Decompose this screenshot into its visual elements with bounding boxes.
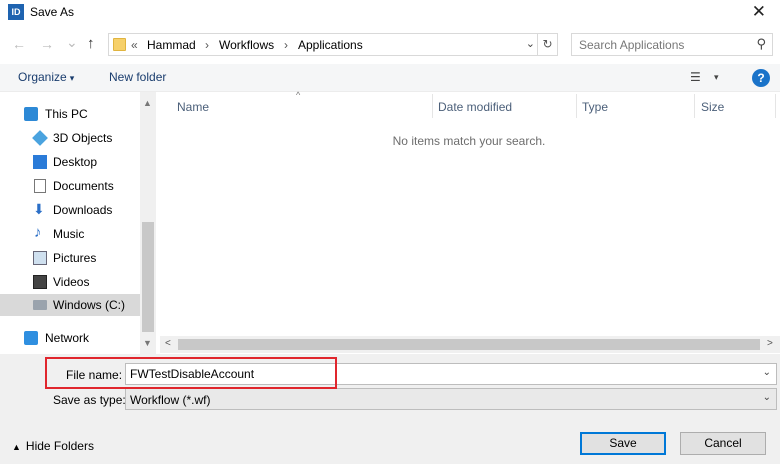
column-divider[interactable] <box>694 94 695 118</box>
sidebar-item-label: Music <box>53 227 85 241</box>
search-box[interactable]: ⚲ <box>571 33 773 56</box>
breadcrumb-hammad[interactable]: Hammad <box>147 38 196 52</box>
window-title: Save As <box>30 5 75 19</box>
scroll-left-icon[interactable]: < <box>165 338 171 349</box>
breadcrumb-applications[interactable]: Applications <box>298 38 363 52</box>
sidebar-item-3d-objects[interactable]: 3D Objects <box>0 127 140 149</box>
sidebar-item-label: Videos <box>53 275 90 289</box>
column-header-size[interactable]: Size <box>701 92 724 120</box>
desktop-icon <box>33 155 47 169</box>
sidebar-item-label: Pictures <box>53 251 97 265</box>
sidebar-item-label: This PC <box>45 107 88 121</box>
sidebar-item-label: Network <box>45 331 90 345</box>
new-folder-button[interactable]: New folder <box>109 70 166 84</box>
address-dropdown-icon[interactable]: ⌄ <box>526 37 535 50</box>
up-arrow-icon[interactable]: ↑ <box>87 35 95 52</box>
address-bar[interactable]: « Hammad › Workflows › Applications ⌄ ↻ <box>108 33 558 56</box>
save-type-value: Workflow (*.wf) <box>130 393 211 407</box>
navigation-scrollbar[interactable]: ▲ ▼ <box>140 92 156 354</box>
breadcrumb-workflows[interactable]: Workflows <box>219 38 274 52</box>
save-type-select[interactable]: Workflow (*.wf) ⌄ <box>125 388 777 410</box>
documents-icon <box>34 179 46 193</box>
help-icon[interactable]: ? <box>752 69 770 87</box>
view-options-icon[interactable]: ☰ <box>690 70 701 84</box>
sidebar-item-downloads[interactable]: ⬇ Downloads <box>0 199 140 221</box>
column-header-date-modified[interactable]: Date modified <box>438 92 512 120</box>
breadcrumb-separator[interactable]: › <box>205 38 209 52</box>
sidebar-item-desktop[interactable]: Desktop <box>0 151 140 173</box>
chevron-down-icon[interactable]: ▾ <box>714 72 719 83</box>
save-button[interactable]: Save <box>580 432 666 455</box>
folder-icon <box>113 38 126 51</box>
app-icon: ID <box>8 4 24 20</box>
3d-objects-icon <box>32 130 48 146</box>
title-bar: ID Save As ✕ <box>0 0 780 26</box>
horizontal-scrollbar[interactable]: < > <box>160 336 780 353</box>
organize-button[interactable]: Organize ▾ <box>18 70 74 84</box>
sidebar-item-music[interactable]: ♪ Music <box>0 223 140 245</box>
hide-folders-label: Hide Folders <box>25 439 94 453</box>
breadcrumb-separator[interactable]: › <box>284 38 288 52</box>
sidebar-item-documents[interactable]: Documents <box>0 175 140 197</box>
sidebar-item-label: 3D Objects <box>53 131 113 145</box>
sidebar-item-label: Windows (C:) <box>53 298 126 312</box>
forward-arrow-icon[interactable]: → <box>40 36 54 52</box>
downloads-icon: ⬇ <box>33 201 45 217</box>
chevron-down-icon[interactable]: ⌄ <box>763 392 771 403</box>
search-input[interactable] <box>572 34 752 55</box>
sidebar-item-label: Desktop <box>53 155 98 169</box>
navigation-bar: ← → ⌄ ↑ « Hammad › Workflows › Applicati… <box>0 32 780 58</box>
search-icon[interactable]: ⚲ <box>756 36 766 52</box>
back-arrow-icon[interactable]: ← <box>12 36 26 52</box>
scroll-down-icon[interactable]: ▼ <box>143 338 152 348</box>
column-divider[interactable] <box>775 94 776 118</box>
sidebar-item-pictures[interactable]: Pictures <box>0 247 140 269</box>
breadcrumb-overflow[interactable]: « <box>131 38 138 52</box>
chevron-down-icon[interactable]: ⌄ <box>763 367 771 378</box>
file-list-pane: ^ Name Date modified Type Size No items … <box>158 90 780 354</box>
scrollbar-thumb[interactable] <box>142 222 154 332</box>
recent-locations-icon[interactable]: ⌄ <box>66 34 78 51</box>
save-type-label: Save as type: <box>53 393 126 407</box>
scroll-up-icon[interactable]: ▲ <box>143 98 152 108</box>
sidebar-item-label: Downloads <box>53 203 113 217</box>
scroll-right-icon[interactable]: > <box>767 338 773 349</box>
close-icon[interactable]: ✕ <box>752 2 766 22</box>
refresh-icon[interactable]: ↻ <box>537 34 557 55</box>
sidebar-item-network[interactable]: Network <box>0 327 140 349</box>
empty-folder-message: No items match your search. <box>392 134 546 148</box>
computer-icon <box>24 107 38 121</box>
command-toolbar: Organize ▾ New folder ☰ ▾ ? <box>0 64 780 92</box>
sort-ascending-icon: ^ <box>296 90 301 100</box>
column-divider[interactable] <box>432 94 433 118</box>
column-divider[interactable] <box>576 94 577 118</box>
organize-label: Organize <box>18 70 67 84</box>
column-header-type[interactable]: Type <box>582 92 608 120</box>
videos-icon <box>33 275 47 289</box>
sidebar-item-videos[interactable]: Videos <box>0 271 140 293</box>
sidebar-item-windows-c[interactable]: Windows (C:) <box>0 294 140 316</box>
sidebar-item-label: Documents <box>53 179 114 193</box>
highlight-annotation-box <box>45 357 337 389</box>
chevron-down-icon: ▾ <box>69 73 75 83</box>
network-icon <box>24 331 38 345</box>
music-icon: ♪ <box>34 224 42 241</box>
chevron-up-icon: ▲ <box>12 442 21 452</box>
scrollbar-thumb[interactable] <box>178 339 760 350</box>
column-header-name[interactable]: Name <box>177 92 209 120</box>
navigation-pane: This PC 3D Objects Desktop Documents ⬇ D… <box>0 92 156 354</box>
drive-icon <box>33 300 47 310</box>
hide-folders-button[interactable]: ▲ Hide Folders <box>12 439 94 453</box>
cancel-button[interactable]: Cancel <box>680 432 766 455</box>
sidebar-item-this-pc[interactable]: This PC <box>0 103 140 125</box>
pictures-icon <box>33 251 47 265</box>
